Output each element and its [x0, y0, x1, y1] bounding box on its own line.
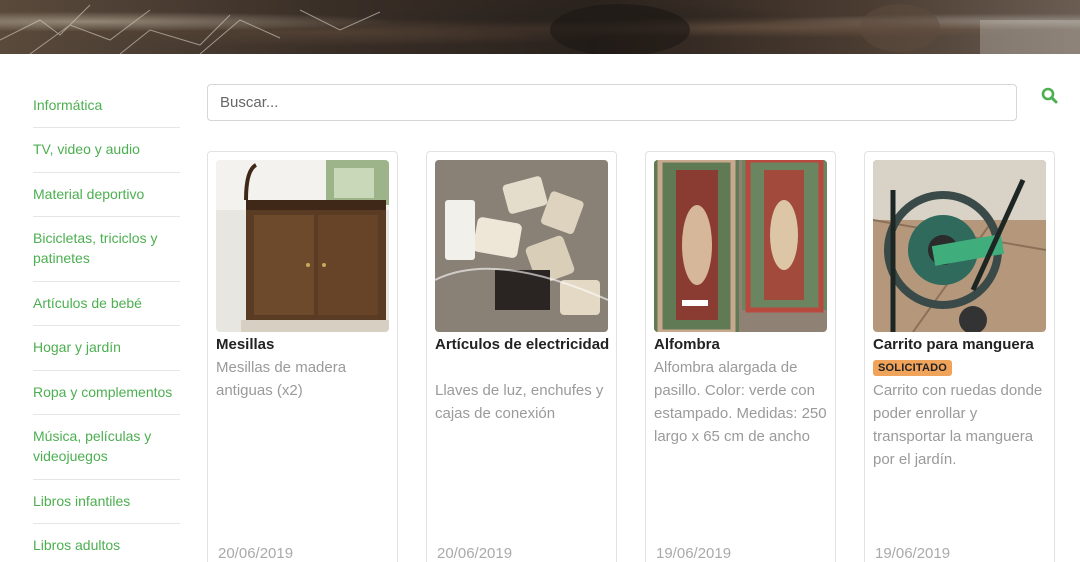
- sidebar-item-label: TV, video y audio: [33, 141, 140, 157]
- sidebar-item-tv-video-audio[interactable]: TV, video y audio: [33, 128, 180, 173]
- sidebar-item-informatica[interactable]: Informática: [33, 84, 180, 128]
- product-card[interactable]: Alfombra Alfombra alargada de pasillo. C…: [645, 151, 836, 562]
- product-card[interactable]: Carrito para manguera SOLICITADO Carrito…: [864, 151, 1055, 562]
- product-image-rug[interactable]: [654, 160, 827, 332]
- sidebar-item-label: Libros adultos: [33, 537, 121, 553]
- sidebar-item-bicicletas[interactable]: Bicicletas, triciclos y patinetes: [33, 217, 180, 282]
- search-input[interactable]: [207, 84, 1017, 121]
- product-description: Mesillas de madera antiguas (x2): [216, 359, 347, 399]
- product-image-hose-reel[interactable]: [873, 160, 1046, 332]
- product-title[interactable]: Mesillas: [216, 333, 396, 356]
- sidebar-item-material-deportivo[interactable]: Material deportivo: [33, 173, 180, 217]
- product-description: Alfombra alargada de pasillo. Color: ver…: [654, 359, 827, 445]
- product-image-electrical-parts[interactable]: [435, 160, 608, 332]
- sidebar-item-label: Informática: [33, 97, 103, 113]
- sidebar-item-label: Artículos de bebé: [33, 295, 142, 311]
- sidebar-item-musica[interactable]: Música, películas y videojuegos: [33, 415, 180, 480]
- status-badge: SOLICITADO: [873, 360, 953, 376]
- product-description: Llaves de luz, enchufes y cajas de conex…: [435, 382, 604, 422]
- sidebar-item-libros-infantiles[interactable]: Libros infantiles: [33, 480, 180, 524]
- sidebar-item-label: Ropa y complementos: [33, 384, 173, 400]
- product-card[interactable]: Mesillas Mesillas de madera antiguas (x2…: [207, 151, 398, 562]
- category-sidebar: Informática TV, video y audio Material d…: [33, 84, 180, 562]
- sidebar-item-label: Material deportivo: [33, 186, 145, 202]
- product-title[interactable]: Artículos de electricidad: [435, 333, 615, 356]
- header-banner-image: [0, 0, 1080, 54]
- product-description: Carrito con ruedas donde poder enrollar …: [873, 382, 1043, 468]
- product-date: 19/06/2019: [875, 545, 951, 562]
- sidebar-item-label: Hogar y jardín: [33, 339, 121, 355]
- product-image-wooden-cabinet[interactable]: [216, 160, 389, 332]
- product-date: 20/06/2019: [437, 545, 513, 562]
- sidebar-item-hogar-jardin[interactable]: Hogar y jardín: [33, 326, 180, 371]
- sidebar-item-ropa[interactable]: Ropa y complementos: [33, 371, 180, 415]
- sidebar-item-label: Música, películas y videojuegos: [33, 428, 152, 464]
- product-date: 19/06/2019: [656, 545, 732, 562]
- sidebar-item-articulos-bebe[interactable]: Artículos de bebé: [33, 282, 180, 326]
- product-card[interactable]: Artículos de electricidad Llaves de luz,…: [426, 151, 617, 562]
- sidebar-item-label: Libros infantiles: [33, 493, 131, 509]
- sidebar-item-libros-adultos[interactable]: Libros adultos: [33, 524, 180, 562]
- product-title[interactable]: Alfombra: [654, 333, 834, 356]
- product-date: 20/06/2019: [218, 545, 294, 562]
- search-icon[interactable]: [1040, 86, 1060, 106]
- product-title[interactable]: Carrito para manguera: [873, 333, 1053, 356]
- sidebar-item-label: Bicicletas, triciclos y patinetes: [33, 230, 158, 266]
